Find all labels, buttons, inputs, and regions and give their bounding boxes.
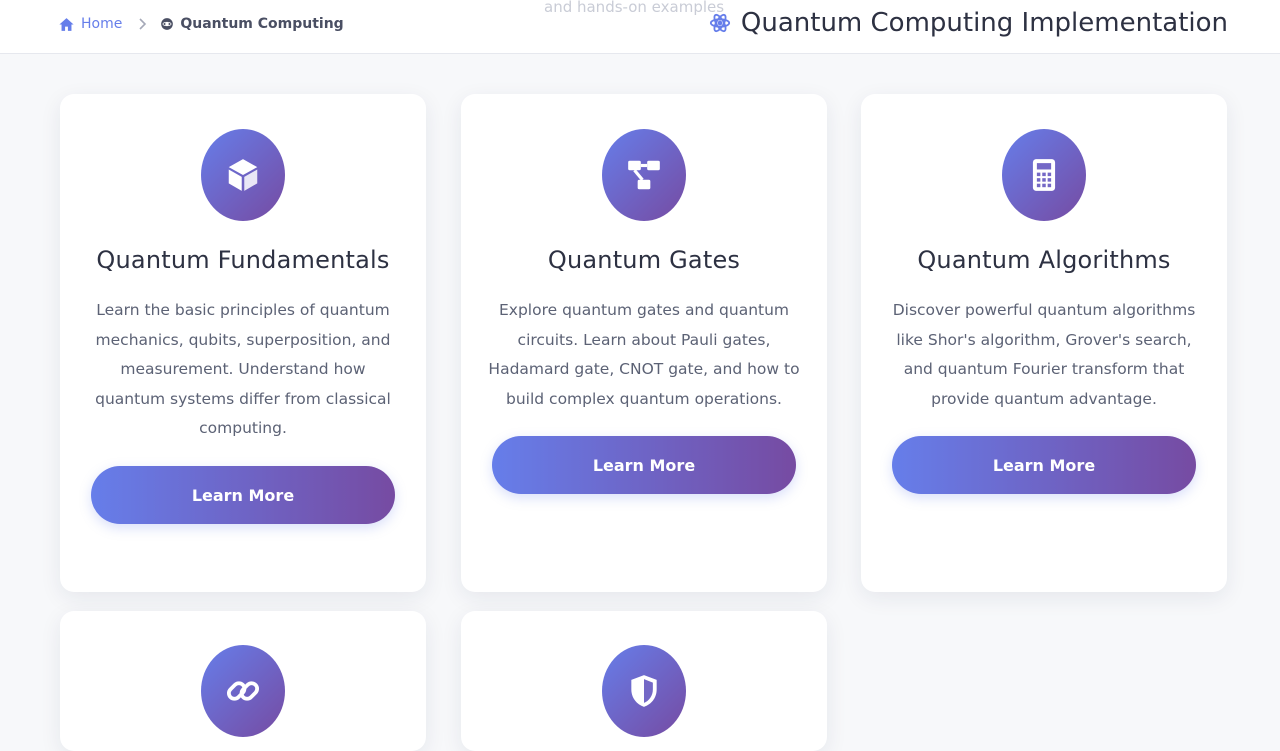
project-diagram-icon [602, 129, 686, 221]
breadcrumb-current: Quantum Computing [160, 16, 344, 32]
card-title: Quantum Fundamentals [96, 246, 390, 274]
atom-icon [709, 13, 730, 33]
card-quantum-entanglement [60, 611, 426, 751]
card-description: Discover powerful quantum algorithms lik… [892, 301, 1196, 408]
learn-more-button[interactable]: Learn More [892, 436, 1196, 494]
atom-icon [161, 18, 174, 30]
breadcrumb-current-label: Quantum Computing [180, 16, 344, 32]
page-title: Quantum Computing Implementation [709, 6, 1228, 40]
breadcrumb-home-label: Home [81, 16, 123, 32]
card-title: Quantum Gates [547, 246, 741, 274]
link-icon [201, 645, 285, 737]
card-quantum-security [461, 611, 827, 751]
home-icon [59, 17, 74, 31]
card-title: Quantum Algorithms [917, 246, 1171, 274]
card-quantum-gates: Quantum Gates Explore quantum gates and … [461, 94, 827, 592]
header-subtitle-partial: and hands-on examples [544, 0, 725, 16]
page-title-text: Quantum Computing Implementation [740, 8, 1228, 38]
cube-icon [201, 129, 285, 221]
breadcrumb: Home Quantum Computing [58, 13, 344, 35]
top-bar: and hands-on examples Home Quantum Compu… [0, 0, 1280, 54]
card-description: Explore quantum gates and quantum circui… [488, 301, 800, 408]
breadcrumb-home-link[interactable]: Home [58, 16, 122, 33]
card-quantum-fundamentals: Quantum Fundamentals Learn the basic pri… [60, 94, 426, 592]
card-quantum-algorithms: Quantum Algorithms Discover powerful qua… [861, 94, 1227, 592]
calculator-icon [1002, 129, 1086, 221]
learn-more-button[interactable]: Learn More [492, 436, 796, 494]
shield-icon [602, 645, 686, 737]
chevron-right-icon [138, 18, 148, 30]
card-description: Learn the basic principles of quantum me… [95, 301, 391, 437]
learn-more-button[interactable]: Learn More [91, 466, 395, 524]
